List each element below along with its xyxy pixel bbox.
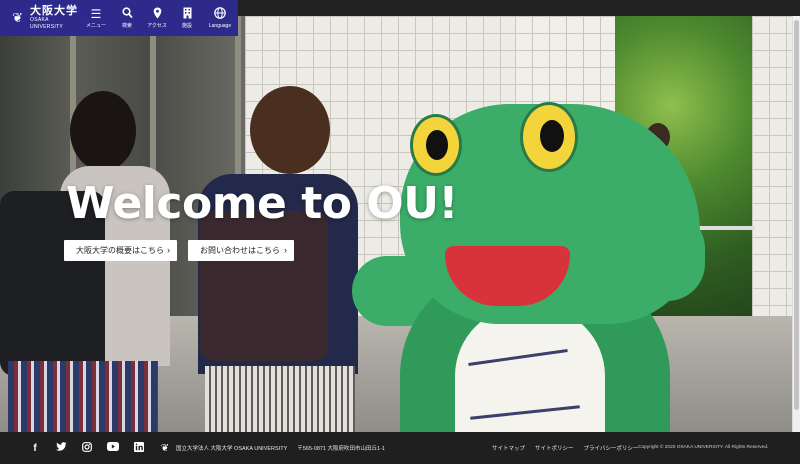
contact-button-label: お問い合わせはこちら bbox=[200, 246, 280, 255]
twitter-icon[interactable] bbox=[48, 442, 74, 454]
instagram-icon[interactable] bbox=[74, 441, 100, 455]
footer-address: 〒565-0871 大阪府吹田市山田丘1-1 bbox=[297, 446, 385, 452]
logo-name-jp: 大阪大学 bbox=[30, 5, 79, 17]
building-icon bbox=[183, 7, 192, 21]
student-middle-backpack bbox=[200, 211, 328, 361]
tiled-pillar-right bbox=[752, 16, 792, 346]
footer-org-name: 国立大学法人 大阪大学 OSAKA UNIVERSITY bbox=[176, 446, 288, 452]
copyright: Copyright © 2020 OSAKA UNIVERSITY. All R… bbox=[638, 445, 769, 450]
contact-button[interactable]: お問い合わせはこちら › bbox=[188, 240, 294, 261]
privacy-policy-link[interactable]: プライバシーポリシー bbox=[584, 444, 639, 452]
ginkgo-logo-icon: ❦ bbox=[160, 442, 170, 454]
logo-text: 大阪大学 OSAKA UNIVERSITY bbox=[30, 5, 80, 31]
chevron-right-icon: › bbox=[284, 245, 287, 255]
chevron-right-icon: › bbox=[167, 245, 170, 255]
mascot-pupil-left bbox=[426, 130, 448, 160]
linkedin-icon[interactable] bbox=[126, 441, 152, 455]
scrollbar-thumb[interactable] bbox=[794, 20, 799, 410]
youtube-icon[interactable] bbox=[100, 442, 126, 454]
site-logo[interactable]: ❦ 大阪大学 OSAKA UNIVERSITY bbox=[0, 0, 80, 36]
student-middle-skirt bbox=[205, 366, 355, 432]
header-nav: ☰ メニュー 検索 アクセス 施設 Language bbox=[80, 0, 238, 36]
menu-icon: ☰ bbox=[90, 6, 102, 21]
language-label: Language bbox=[208, 22, 232, 29]
menu-label: メニュー bbox=[85, 22, 106, 29]
student-left-head bbox=[70, 91, 136, 171]
language-button[interactable]: Language bbox=[202, 0, 238, 36]
site-footer: f ❦ 国立大学法人 大阪大学 OSAKA UNIVERSITY 〒565-08… bbox=[0, 432, 800, 464]
facilities-button[interactable]: 施設 bbox=[172, 0, 202, 36]
social-links: f bbox=[22, 441, 152, 455]
student-left-skirt bbox=[8, 361, 158, 432]
welcome-title: Welcome to OU! bbox=[66, 178, 459, 229]
ginkgo-logo-icon: ❦ bbox=[12, 10, 23, 25]
mascot-pupil-right bbox=[540, 120, 564, 152]
access-label: アクセス bbox=[147, 22, 167, 29]
map-pin-icon bbox=[153, 7, 162, 21]
menu-button[interactable]: ☰ メニュー bbox=[80, 0, 112, 36]
search-button[interactable]: 検索 bbox=[112, 0, 142, 36]
page: ❦ 大阪大学 OSAKA UNIVERSITY ☰ メニュー 検索 アクセス 施… bbox=[0, 0, 800, 464]
about-button[interactable]: 大阪大学の概要はこちら › bbox=[64, 240, 177, 261]
footer-links: サイトマップ サイトポリシー プライバシーポリシー bbox=[492, 432, 648, 464]
logo-name-en: OSAKA UNIVERSITY bbox=[30, 17, 64, 30]
search-icon bbox=[121, 6, 133, 21]
student-middle-head bbox=[250, 86, 330, 174]
about-button-label: 大阪大学の概要はこちら bbox=[76, 246, 164, 255]
site-header: ❦ 大阪大学 OSAKA UNIVERSITY ☰ メニュー 検索 アクセス 施… bbox=[0, 0, 238, 36]
facebook-icon[interactable]: f bbox=[22, 443, 48, 454]
access-button[interactable]: アクセス bbox=[142, 0, 172, 36]
search-label: 検索 bbox=[121, 22, 132, 29]
facilities-label: 施設 bbox=[181, 22, 192, 29]
site-policy-link[interactable]: サイトポリシー bbox=[535, 444, 574, 452]
sitemap-link[interactable]: サイトマップ bbox=[492, 444, 525, 452]
globe-icon bbox=[214, 6, 226, 21]
scrollbar[interactable] bbox=[792, 16, 800, 432]
